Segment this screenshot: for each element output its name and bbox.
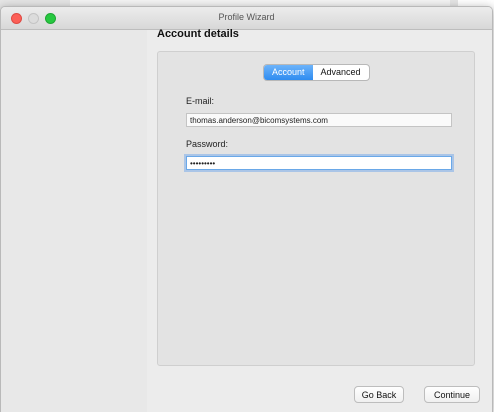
password-field[interactable]: ••••••••• xyxy=(186,156,452,170)
tab-advanced[interactable]: Advanced xyxy=(313,65,369,80)
tab-account[interactable]: Account xyxy=(264,65,313,80)
section-title: Account details xyxy=(157,28,239,40)
password-label: Password: xyxy=(186,139,229,149)
continue-button[interactable]: Continue xyxy=(424,386,480,403)
sidebar xyxy=(1,30,147,412)
window-title: Profile Wizard xyxy=(218,12,275,22)
title-bar[interactable]: Profile Wizard xyxy=(1,7,492,30)
go-back-button[interactable]: Go Back xyxy=(354,386,404,403)
tab-bar: Account Advanced xyxy=(263,64,370,81)
email-field[interactable]: thomas.anderson@bicomsystems.com xyxy=(186,113,452,127)
email-label: E-mail: xyxy=(186,96,215,106)
screen: Profile Wizard Account details Account A… xyxy=(0,0,494,412)
